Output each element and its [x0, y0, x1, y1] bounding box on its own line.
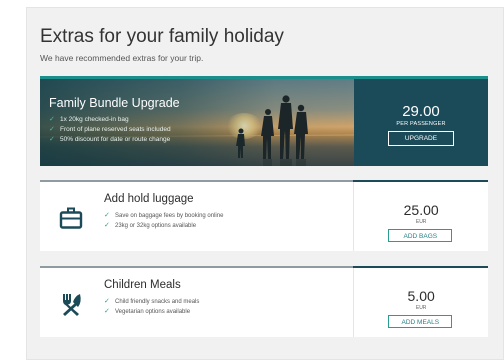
bundle-feature: ✓ 1x 20kg checked-in bag [49, 116, 129, 123]
check-icon: ✓ [104, 308, 110, 315]
card-features: ✓ Save on baggage fees by booking online … [104, 211, 223, 231]
check-icon: ✓ [49, 116, 55, 123]
bundle-price-panel: 29.00 PER PASSENGER UPGRADE [354, 79, 488, 166]
card-details: Add hold luggage ✓ Save on baggage fees b… [40, 182, 353, 251]
luggage-icon [59, 207, 83, 229]
card-currency: EUR [415, 219, 427, 225]
card-title: Children Meals [104, 279, 181, 291]
section-subtitle: We have recommended extras for your trip… [40, 53, 204, 63]
card-details: Children Meals ✓ Child friendly snacks an… [40, 268, 353, 337]
card-price: 25.00 [403, 202, 439, 218]
card-feature: ✓ Save on baggage fees by booking online [104, 212, 224, 219]
bundle-price-unit: PER PASSENGER [396, 121, 446, 127]
card-price-panel: 5.00 EUR ADD MEALS [353, 266, 488, 337]
card-feature: ✓ Child friendly snacks and meals [104, 298, 200, 305]
bundle-feature: ✓ 50% discount for date or route change [49, 136, 171, 143]
children-meals-card: Children Meals ✓ Child friendly snacks an… [40, 266, 488, 337]
family-beach-image: Family Bundle Upgrade ✓ 1x 20kg checked-i… [40, 79, 354, 166]
check-icon: ✓ [49, 136, 55, 143]
fork-knife-icon [63, 294, 81, 316]
bundle-title: Family Bundle Upgrade [49, 96, 180, 110]
upgrade-button[interactable]: UPGRADE [388, 131, 454, 146]
card-price: 5.00 [407, 288, 435, 304]
card-price-panel: 25.00 EUR ADD BAGS [353, 180, 488, 251]
card-title: Add hold luggage [104, 193, 194, 205]
section-title: Extras for your family holiday [40, 26, 284, 47]
check-icon: ✓ [104, 222, 110, 229]
bundle-price: 29.00 [402, 103, 440, 120]
family-bundle-card: Family Bundle Upgrade ✓ 1x 20kg checked-i… [40, 76, 488, 166]
card-features: ✓ Child friendly snacks and meals ✓ Vegeta… [104, 297, 199, 317]
bundle-features: ✓ 1x 20kg checked-in bag ✓ Front of plane … [49, 115, 171, 145]
bundle-feature: ✓ Front of plane reserved seats included [49, 126, 171, 133]
card-feature: ✓ Vegetarian options available [104, 308, 191, 315]
extras-panel: Extras for your family holiday We have r… [26, 7, 504, 360]
add-meals-button[interactable]: ADD MEALS [388, 315, 453, 328]
check-icon: ✓ [49, 126, 55, 133]
card-feature: ✓ 23kg or 32kg options available [104, 222, 197, 229]
check-icon: ✓ [104, 298, 110, 305]
card-currency: EUR [415, 305, 427, 311]
hold-luggage-card: Add hold luggage ✓ Save on baggage fees b… [40, 180, 488, 251]
check-icon: ✓ [104, 212, 110, 219]
add-bags-button[interactable]: ADD BAGS [388, 229, 453, 242]
